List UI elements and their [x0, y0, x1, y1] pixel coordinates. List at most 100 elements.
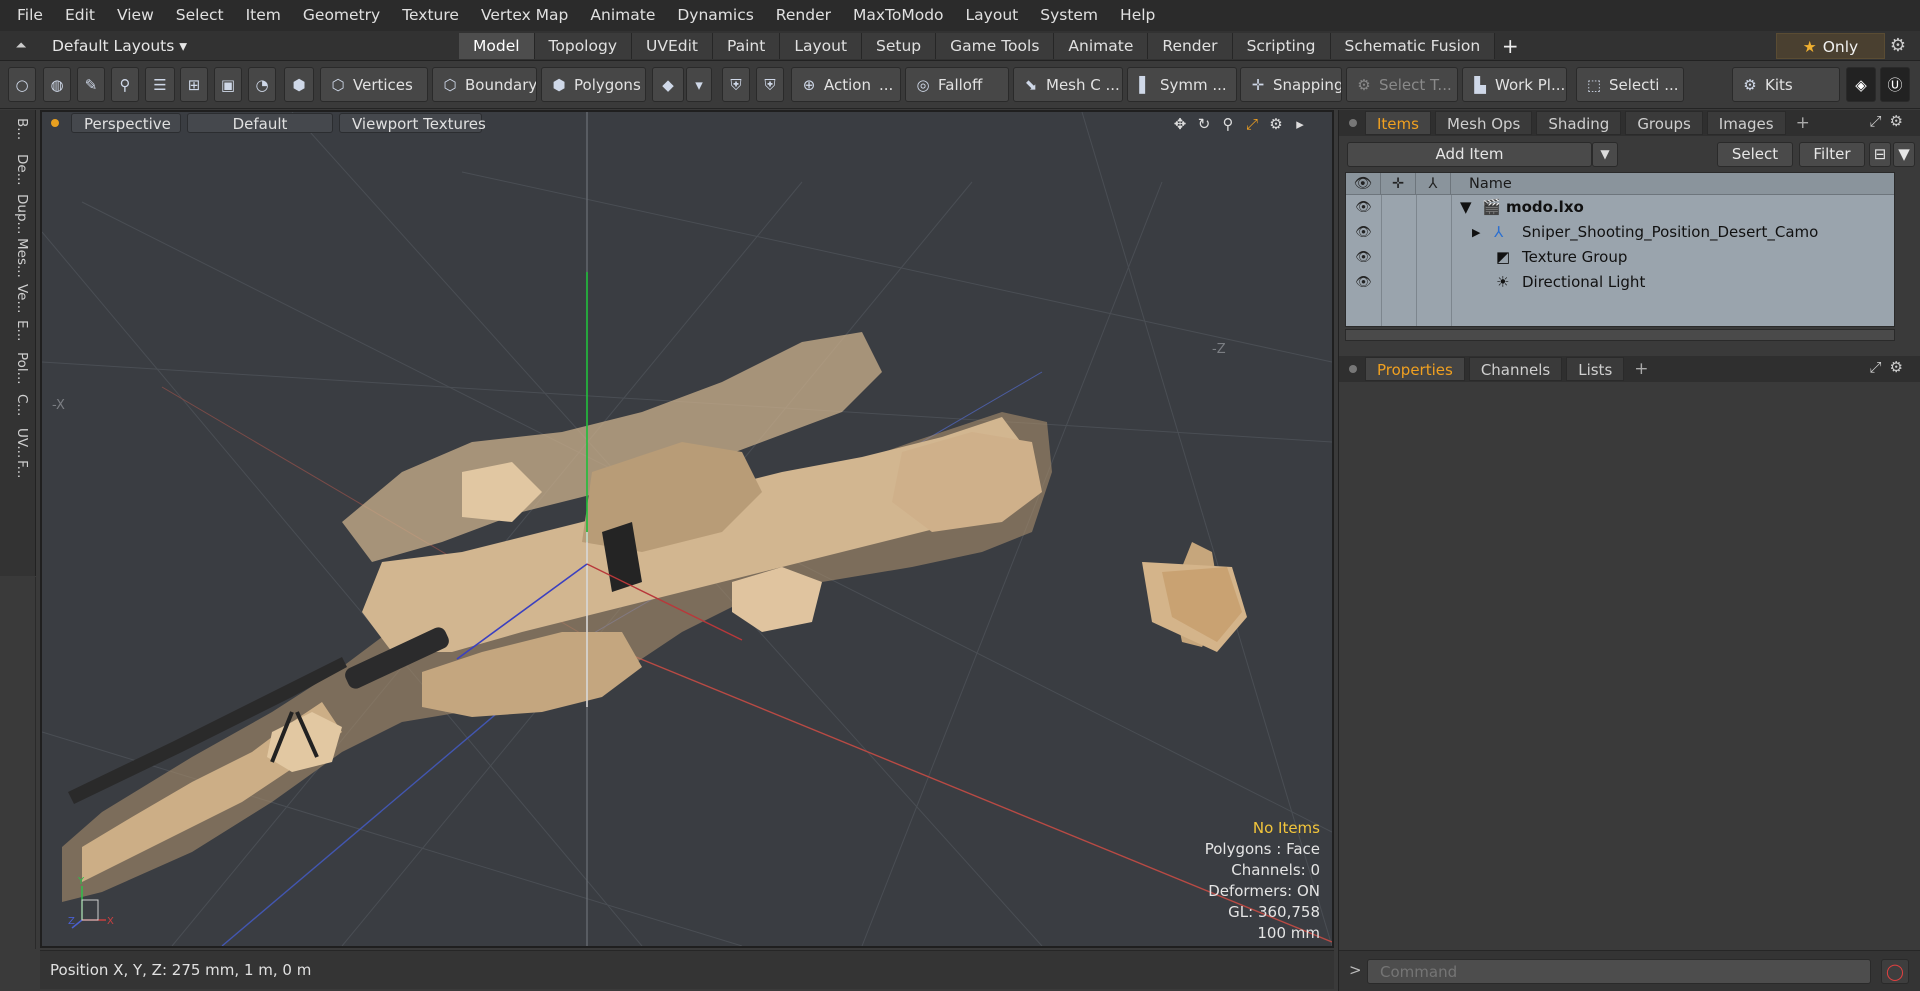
viewport-textures-button[interactable]: Viewport Textures: [339, 113, 486, 133]
physics-shield-button[interactable]: ⛨: [756, 67, 784, 102]
left-tab[interactable]: De...: [6, 154, 30, 186]
add-tab-icon[interactable]: +: [1634, 359, 1648, 379]
add-item-dropdown[interactable]: ▼: [1592, 142, 1618, 167]
panel-dot[interactable]: [1349, 365, 1357, 373]
only-button[interactable]: ★ Only: [1776, 33, 1885, 59]
menu-texture[interactable]: Texture: [391, 0, 470, 31]
panel-gear-icon[interactable]: ⤢⚙: [1870, 112, 1911, 130]
eye-icon[interactable]: 👁: [1346, 245, 1381, 270]
panel-gear-icon[interactable]: ⤢⚙: [1870, 358, 1911, 376]
tab-animate[interactable]: Animate: [1054, 33, 1149, 59]
left-tab[interactable]: B...: [6, 118, 30, 140]
mesh-constraint-button[interactable]: ⬊ Mesh C ...: [1013, 67, 1123, 102]
action-center-button[interactable]: ⊕ Action...: [791, 67, 901, 102]
record-icon[interactable]: ◯: [1881, 959, 1909, 984]
frame-button[interactable]: ▣: [214, 67, 242, 102]
view-mode-button[interactable]: Perspective: [71, 113, 181, 133]
tab-schematic-fusion[interactable]: Schematic Fusion: [1330, 33, 1496, 59]
left-tab[interactable]: Dup...: [6, 194, 30, 234]
left-tab[interactable]: UV...: [6, 428, 30, 458]
command-input[interactable]: [1367, 959, 1871, 984]
tab-images[interactable]: Images: [1706, 111, 1786, 135]
tab-setup[interactable]: Setup: [862, 33, 937, 59]
eye-icon[interactable]: 👁: [1346, 220, 1381, 245]
tab-uvedit[interactable]: UVEdit: [632, 33, 713, 59]
kits-button[interactable]: ⚙ Kits: [1732, 67, 1840, 102]
tab-scripting[interactable]: Scripting: [1232, 33, 1331, 59]
grid-button[interactable]: ⊞: [180, 67, 208, 102]
menu-system[interactable]: System: [1029, 0, 1109, 31]
left-tab[interactable]: Ve...: [6, 284, 30, 313]
polygons-button[interactable]: ⬢ Polygons: [541, 67, 646, 102]
viewport-status-dot[interactable]: [51, 119, 59, 127]
sphere-button[interactable]: ◔: [248, 67, 276, 102]
select-through-button[interactable]: ⚙ Select T...: [1346, 67, 1458, 102]
cube-button[interactable]: ◆: [652, 67, 684, 102]
tree-row-scene[interactable]: 👁 ▼ 🎬 modo.lxo: [1346, 195, 1894, 220]
cube-dropdown[interactable]: ▾: [686, 67, 712, 102]
locator-column-icon[interactable]: ⅄: [1416, 173, 1451, 194]
rotate-view-icon[interactable]: ↻: [1192, 114, 1216, 134]
pen-button[interactable]: ✎: [77, 67, 105, 102]
funnel-icon[interactable]: ▼: [1893, 142, 1915, 167]
tab-groups[interactable]: Groups: [1625, 111, 1703, 135]
move-view-icon[interactable]: ✥: [1168, 114, 1192, 134]
select-circle-button[interactable]: ○: [8, 67, 36, 102]
selection-sets-button[interactable]: ⬚ Selecti ...: [1576, 67, 1684, 102]
menu-help[interactable]: Help: [1109, 0, 1166, 31]
filter-button[interactable]: Filter: [1799, 142, 1865, 167]
item-mode-button[interactable]: ⬢: [284, 67, 314, 102]
menu-file[interactable]: File: [6, 0, 54, 31]
symmetry-button[interactable]: ▌ Symm ...: [1127, 67, 1237, 102]
lock-column-icon[interactable]: ✛: [1381, 173, 1416, 194]
3d-viewport[interactable]: Perspective Default Viewport Textures ✥ …: [40, 110, 1334, 948]
symmetry-shield-button[interactable]: ⛨: [722, 67, 750, 102]
tab-model[interactable]: Model: [459, 33, 535, 59]
gear-icon[interactable]: ⚙: [1886, 35, 1910, 57]
add-item-button[interactable]: Add Item: [1347, 142, 1592, 167]
add-layout-tab-icon[interactable]: +: [1495, 33, 1525, 59]
left-tab[interactable]: Mes...: [6, 238, 30, 278]
tree-row-texture-group[interactable]: 👁 ◩ Texture Group: [1346, 245, 1894, 270]
boundary-button[interactable]: ⬡ Boundary: [432, 67, 537, 102]
eye-icon[interactable]: 👁: [1346, 195, 1381, 220]
menu-view[interactable]: View: [106, 0, 165, 31]
menu-edit[interactable]: Edit: [54, 0, 106, 31]
left-tab[interactable]: Pol...: [6, 352, 30, 385]
tab-lists[interactable]: Lists: [1566, 357, 1625, 381]
menu-item[interactable]: Item: [235, 0, 292, 31]
tab-properties[interactable]: Properties: [1365, 357, 1465, 381]
collapse-icon[interactable]: ⊟: [1869, 142, 1891, 167]
play-arrow-icon[interactable]: ▸: [1288, 114, 1312, 134]
tab-game-tools[interactable]: Game Tools: [936, 33, 1055, 59]
vertices-button[interactable]: ⬡ Vertices: [320, 67, 428, 102]
tab-paint[interactable]: Paint: [712, 33, 781, 59]
menu-vertex-map[interactable]: Vertex Map: [470, 0, 579, 31]
menu-select[interactable]: Select: [165, 0, 235, 31]
left-tab[interactable]: E...: [6, 320, 30, 341]
tab-topology[interactable]: Topology: [534, 33, 632, 59]
menu-dynamics[interactable]: Dynamics: [666, 0, 764, 31]
tab-channels[interactable]: Channels: [1468, 357, 1563, 381]
left-tab[interactable]: C...: [6, 394, 30, 416]
menu-geometry[interactable]: Geometry: [292, 0, 391, 31]
tab-shading[interactable]: Shading: [1536, 111, 1622, 135]
menu-animate[interactable]: Animate: [579, 0, 666, 31]
tab-render[interactable]: Render: [1148, 33, 1233, 59]
stack-button[interactable]: ☰: [145, 67, 175, 102]
name-column-header[interactable]: Name: [1451, 173, 1512, 194]
layout-preset-select[interactable]: Default Layouts ▾: [52, 35, 187, 57]
zoom-icon[interactable]: ⚲: [1216, 114, 1240, 134]
tab-items[interactable]: Items: [1365, 111, 1431, 135]
menu-layout[interactable]: Layout: [955, 0, 1030, 31]
snapping-button[interactable]: ✛ Snapping: [1240, 67, 1342, 102]
tab-mesh-ops[interactable]: Mesh Ops: [1434, 111, 1533, 135]
add-tab-icon[interactable]: +: [1796, 113, 1810, 133]
visibility-column-icon[interactable]: 👁: [1346, 173, 1381, 194]
menu-render[interactable]: Render: [765, 0, 842, 31]
eye-icon[interactable]: 👁: [1346, 270, 1381, 295]
unity-button[interactable]: ◈: [1846, 67, 1876, 102]
panel-dot[interactable]: [1349, 119, 1357, 127]
unreal-button[interactable]: Ⓤ: [1880, 67, 1910, 102]
viewport-gear-icon[interactable]: ⚙: [1264, 114, 1288, 134]
